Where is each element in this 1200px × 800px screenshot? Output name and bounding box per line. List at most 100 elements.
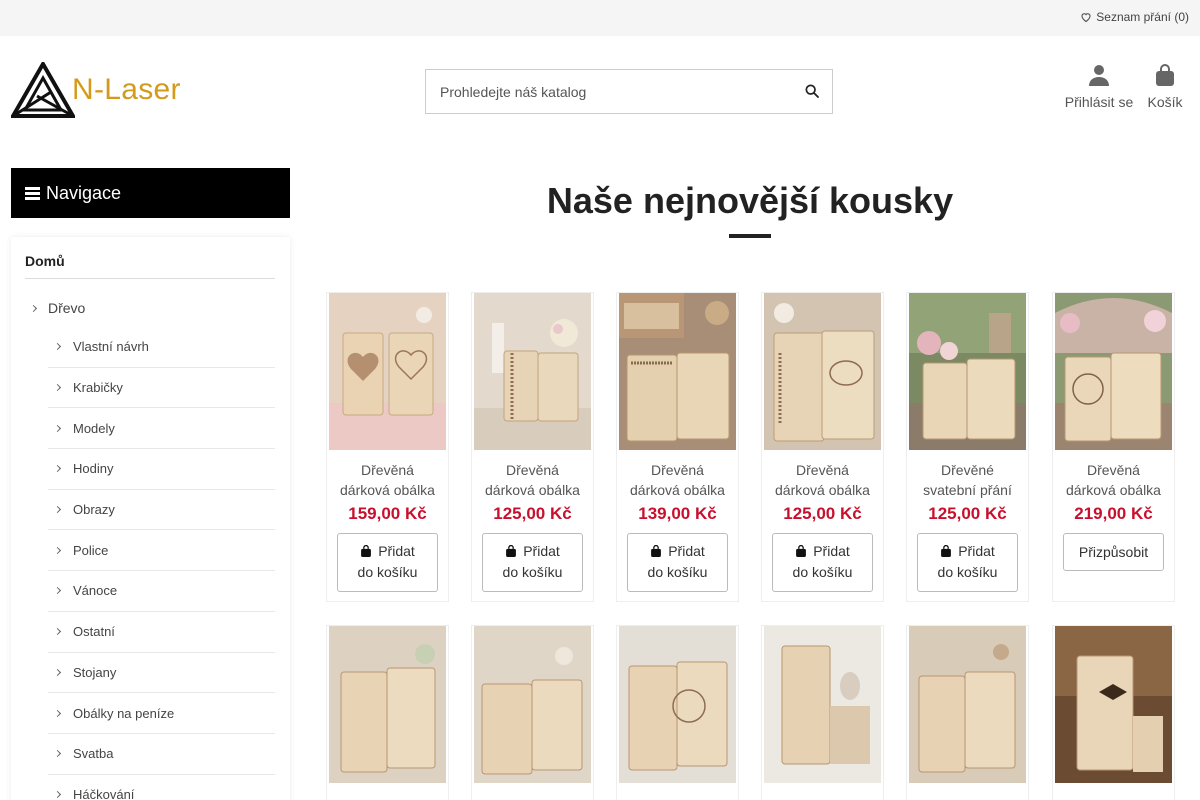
nav-subitem-label: Vánoce	[73, 583, 118, 599]
product-name-line: Dřevěná	[796, 462, 849, 478]
shopping-bag-icon	[361, 545, 372, 557]
product-card[interactable]	[761, 625, 884, 800]
product-card[interactable]: Dřevěná dárková obálka 159,00 Kč Přidat do…	[326, 292, 449, 602]
product-name-line: dárková obálka	[485, 482, 580, 498]
user-icon	[1089, 65, 1109, 86]
product-name[interactable]: Dřevěná dárková obálka	[621, 460, 734, 500]
product-name[interactable]: Dřevěná dárková obálka	[331, 460, 444, 500]
product-image[interactable]	[329, 626, 446, 783]
product-card[interactable]: Dřevěná dárková obálka 125,00 Kč Přidat do…	[471, 292, 594, 602]
product-name[interactable]: Dřevěná dárková obálka	[476, 460, 589, 500]
nav-subitem[interactable]: Hodiny	[48, 449, 275, 490]
product-card[interactable]	[471, 625, 594, 800]
heart-icon	[1081, 13, 1091, 23]
wishlist-link[interactable]: Seznam přání (0)	[1080, 10, 1189, 24]
logo-text: N-Laser	[72, 73, 181, 106]
product-image[interactable]	[474, 626, 591, 783]
product-name[interactable]: Dřevěná dárková obálka	[1057, 460, 1170, 500]
login-link[interactable]: Přihlásit se	[1062, 64, 1136, 110]
button-label: do košíku	[357, 564, 418, 580]
product-image[interactable]	[764, 293, 881, 450]
product-card[interactable]	[906, 625, 1029, 800]
chevron-right-icon	[53, 709, 62, 717]
add-to-cart-button[interactable]: Přidat do košíku	[337, 533, 438, 592]
nav-subitem[interactable]: Ostatní	[48, 612, 275, 653]
button-label: Přidat	[668, 543, 705, 559]
nav-subitem[interactable]: Krabičky	[48, 368, 275, 409]
product-name-line: dárková obálka	[1066, 482, 1161, 498]
product-image[interactable]	[474, 293, 591, 450]
nav-subitem-label: Háčkování	[73, 786, 135, 800]
title-underline	[729, 234, 771, 238]
cart-link[interactable]: Košík	[1143, 64, 1187, 110]
product-card[interactable]: Dřevěná dárková obálka 139,00 Kč Přidat do…	[616, 292, 739, 602]
search-input[interactable]	[426, 70, 786, 113]
nav-subitem-label: Krabičky	[73, 380, 123, 396]
product-image[interactable]	[764, 626, 881, 783]
product-card[interactable]: Dřevěná dárková obálka 125,00 Kč Přidat do…	[761, 292, 884, 602]
button-label: Přidat	[378, 543, 415, 559]
button-label: do košíku	[937, 564, 998, 580]
product-image[interactable]	[1055, 626, 1172, 783]
chevron-right-icon	[53, 790, 62, 798]
category-nav: Domů Dřevo Vlastní návrh Krabičky Modely…	[11, 237, 290, 800]
add-to-cart-button[interactable]: Přidat do košíku	[772, 533, 873, 592]
product-price: 219,00 Kč	[1074, 504, 1153, 523]
add-to-cart-button[interactable]: Přidat do košíku	[627, 533, 728, 592]
product-card[interactable]	[616, 625, 739, 800]
search-icon[interactable]	[804, 83, 820, 99]
product-image[interactable]	[909, 293, 1026, 450]
button-label: Přidat	[958, 543, 995, 559]
search-box	[425, 69, 833, 114]
navigation-header[interactable]: Navigace	[11, 168, 290, 218]
product-image[interactable]	[329, 293, 446, 450]
add-to-cart-button[interactable]: Přidat do košíku	[917, 533, 1018, 592]
nav-subitem-label: Modely	[73, 420, 115, 436]
login-label: Přihlásit se	[1064, 94, 1134, 110]
add-to-cart-button[interactable]: Přidat do košíku	[482, 533, 583, 592]
product-name[interactable]: Dřevěné svatební přání	[911, 460, 1024, 500]
nav-subitem-label: Vlastní návrh	[73, 339, 149, 355]
product-image[interactable]	[1055, 293, 1172, 450]
nav-subitem[interactable]: Modely	[48, 408, 275, 450]
nav-subitem[interactable]: Háčkování	[48, 775, 275, 800]
nav-item-label: Dřevo	[48, 300, 86, 316]
product-price: 125,00 Kč	[493, 504, 572, 523]
chevron-right-icon	[53, 668, 62, 676]
product-card[interactable]	[1052, 625, 1175, 800]
chevron-right-icon	[29, 304, 38, 312]
shopping-bag-icon	[506, 545, 517, 557]
chevron-right-icon	[53, 546, 62, 554]
section-title: Naše nejnovější kousky	[546, 180, 954, 221]
nav-subitem-label: Ostatní	[73, 624, 115, 640]
nav-subitem[interactable]: Vánoce	[48, 571, 275, 612]
button-label: Přidat	[813, 543, 850, 559]
navigation-heading: Navigace	[46, 182, 122, 203]
customize-button[interactable]: Přizpůsobit	[1063, 533, 1164, 571]
product-card[interactable]: Dřevěná dárková obálka 219,00 Kč Přizpůso…	[1052, 292, 1175, 602]
nav-subitem[interactable]: Svatba	[48, 734, 275, 775]
site-logo[interactable]: N-Laser	[11, 62, 181, 118]
chevron-right-icon	[53, 383, 62, 392]
button-label: do košíku	[792, 564, 853, 580]
product-name[interactable]: Dřevěná dárková obálka	[766, 460, 879, 500]
product-image[interactable]	[619, 293, 736, 450]
nav-item-drevo[interactable]: Dřevo	[29, 300, 86, 316]
product-price: 125,00 Kč	[928, 504, 1007, 523]
nav-subitem[interactable]: Vlastní návrh	[48, 327, 275, 368]
shopping-bag-icon	[941, 545, 952, 557]
product-name-line: Dřevěná	[361, 462, 414, 478]
nav-subitem-label: Obálky na peníze	[73, 705, 175, 721]
nav-subitem[interactable]: Obálky na peníze	[48, 693, 275, 734]
nav-subitem[interactable]: Obrazy	[48, 490, 275, 531]
product-image[interactable]	[619, 626, 736, 783]
product-card[interactable]	[326, 625, 449, 800]
nav-subitem-label: Hodiny	[73, 461, 114, 477]
nav-home-link[interactable]: Domů	[25, 253, 275, 279]
nav-subitem[interactable]: Police	[48, 530, 275, 572]
product-name-line: Dřevěné	[941, 462, 994, 478]
product-image[interactable]	[909, 626, 1026, 783]
product-card[interactable]: Dřevěné svatební přání 125,00 Kč Přidat do…	[906, 292, 1029, 602]
button-label: Přidat	[523, 543, 560, 559]
nav-subitem[interactable]: Stojany	[48, 653, 275, 694]
